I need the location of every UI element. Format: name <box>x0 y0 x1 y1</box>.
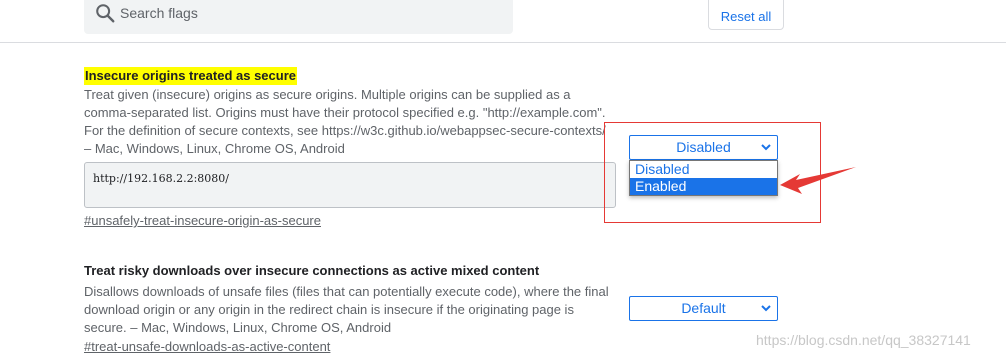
search-placeholder: Search flags <box>120 5 198 21</box>
flag-description-line: download origin or any origin in the red… <box>84 302 574 317</box>
flag-description-line: comma-separated list. Origins must have … <box>84 105 606 120</box>
watermark: https://blog.csdn.net/qq_38327141 <box>756 332 971 348</box>
flag-description: Treat given (insecure) origins as secure… <box>84 86 624 158</box>
flag-description: Disallows downloads of unsafe files (fil… <box>84 283 624 337</box>
select-value: Default <box>681 300 726 316</box>
origins-textarea[interactable]: http://192.168.2.2:8080/ <box>84 162 616 208</box>
reset-all-button[interactable]: Reset all <box>708 0 784 30</box>
chevron-down-icon <box>761 305 771 312</box>
flag-title-insecure-origins: Insecure origins treated as secure <box>84 67 297 85</box>
flag-description-line: Disallows downloads of unsafe files (fil… <box>84 284 609 299</box>
flags-header: Search flags Reset all <box>0 0 1006 43</box>
flag-description-line: For the definition of secure contexts, s… <box>84 123 606 138</box>
flag-description-line: Treat given (insecure) origins as secure… <box>84 87 571 102</box>
flag-state-select[interactable]: Default <box>629 296 778 321</box>
annotation-arrow-icon <box>780 167 856 194</box>
search-input[interactable]: Search flags <box>84 0 513 34</box>
flag-description-line: – Mac, Windows, Linux, Chrome OS, Androi… <box>84 141 345 156</box>
flag-description-line: secure. – Mac, Windows, Linux, Chrome OS… <box>84 320 392 335</box>
flag-anchor-link[interactable]: #unsafely-treat-insecure-origin-as-secur… <box>84 213 321 228</box>
flag-title-risky-downloads: Treat risky downloads over insecure conn… <box>84 263 540 278</box>
search-icon <box>96 4 115 23</box>
flag-anchor-link[interactable]: #treat-unsafe-downloads-as-active-conten… <box>84 339 330 354</box>
